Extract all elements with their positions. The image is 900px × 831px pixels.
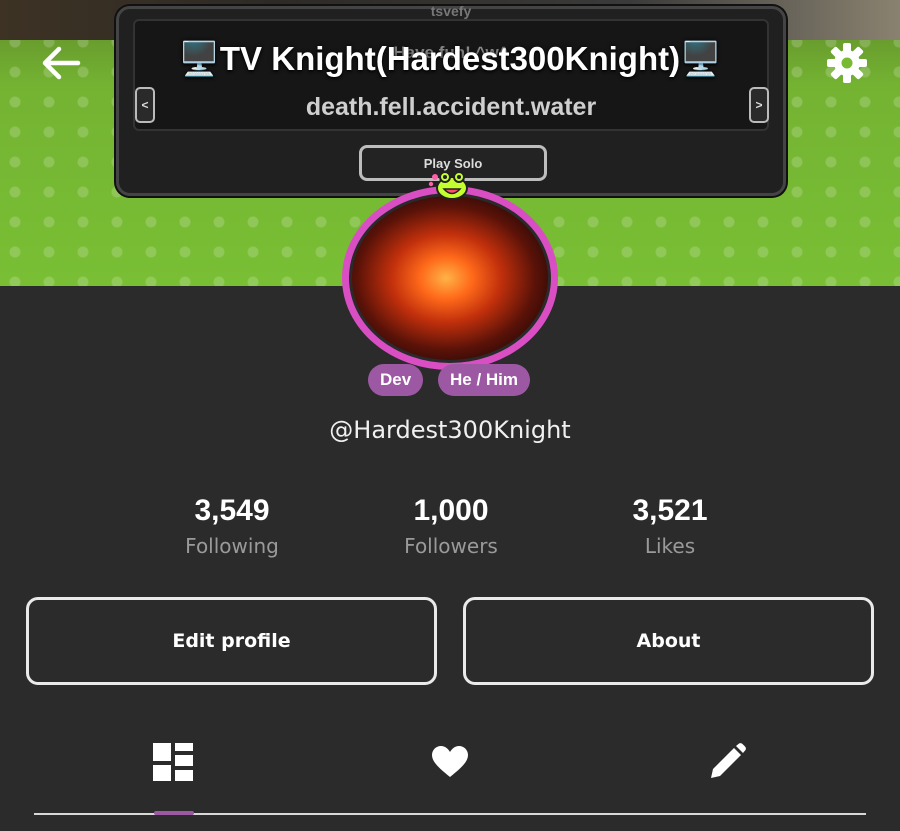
stat-following[interactable]: 3,549 Following	[132, 494, 332, 558]
stat-followers[interactable]: 1,000 Followers	[351, 494, 551, 558]
banner-right-arrow: >	[749, 87, 769, 123]
stat-followers-label: Followers	[404, 534, 498, 558]
banner-top-text: tsvefy	[430, 3, 472, 19]
username: @Hardest300Knight	[329, 416, 571, 444]
back-arrow-icon	[42, 46, 81, 80]
badge-dev: Dev	[368, 364, 424, 396]
stat-likes-label: Likes	[644, 534, 696, 558]
gear-icon	[827, 43, 867, 83]
avatar-image	[349, 193, 551, 363]
tab-drafts[interactable]	[697, 734, 757, 790]
about-button[interactable]: About	[463, 597, 874, 685]
frog-decoration-icon	[428, 171, 468, 200]
stat-following-label: Following	[185, 534, 279, 558]
pencil-icon	[711, 743, 746, 778]
stat-following-value: 3,549	[194, 494, 270, 527]
stat-followers-value: 1,000	[413, 494, 489, 527]
avatar-ring	[342, 186, 558, 370]
banner-left-arrow: <	[135, 87, 155, 123]
tab-posts[interactable]	[143, 734, 203, 790]
back-button[interactable]	[38, 40, 84, 86]
heart-icon	[432, 746, 468, 777]
avatar[interactable]: Dev He / Him	[342, 171, 560, 396]
edit-profile-button[interactable]: Edit profile	[26, 597, 437, 685]
stat-likes-value: 3,521	[632, 494, 708, 527]
banner-panel-subtitle: death.fell.accident.water	[305, 93, 597, 121]
badge-pronouns: He / Him	[438, 364, 531, 396]
grid-icon	[153, 743, 193, 781]
stat-likes[interactable]: 3,521 Likes	[570, 494, 770, 558]
tab-active-indicator	[154, 811, 194, 815]
settings-button[interactable]	[822, 38, 872, 88]
page-title: 🖥️TV Knight(Hardest300Knight)🖥️	[178, 40, 722, 77]
tab-likes[interactable]	[420, 734, 480, 790]
